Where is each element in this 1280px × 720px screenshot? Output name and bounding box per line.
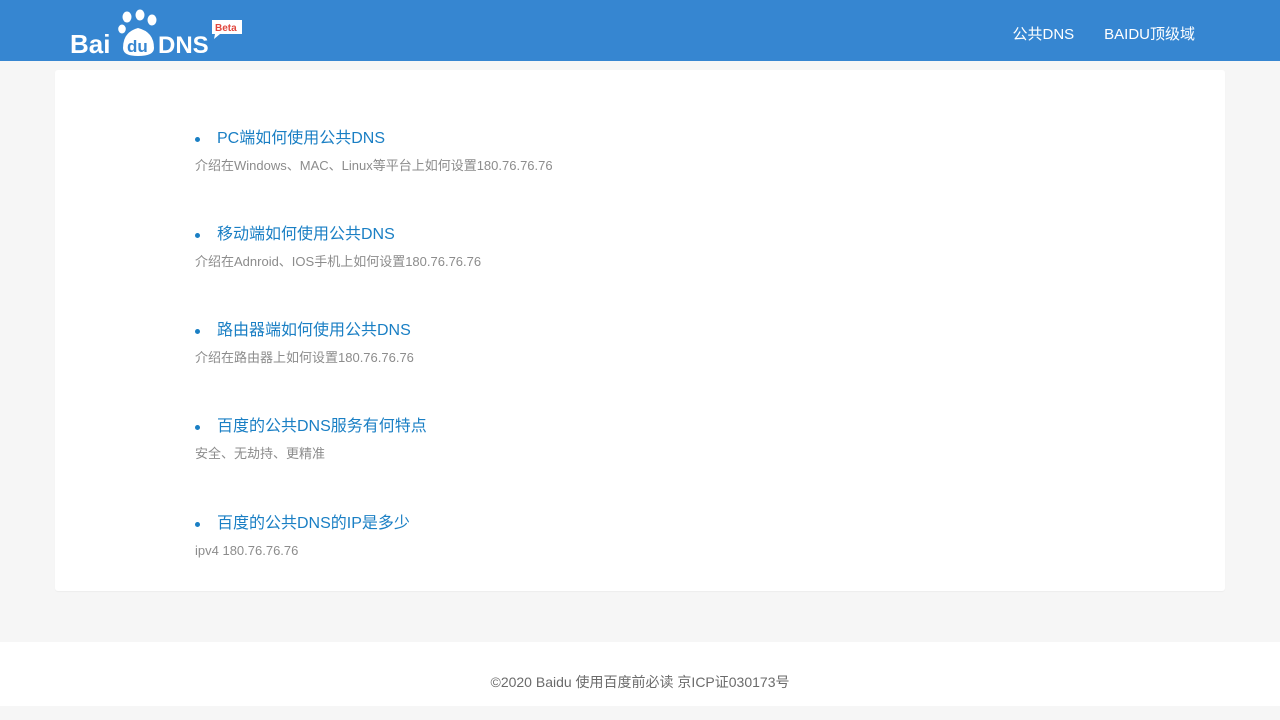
nav-baidu-tld[interactable]: BAIDU顶级域 bbox=[1104, 25, 1195, 45]
top-nav: 公共DNS BAIDU顶级域 bbox=[982, 0, 1195, 61]
bullet-icon bbox=[195, 425, 200, 430]
faq-item-router: 路由器端如何使用公共DNS 介绍在路由器上如何设置180.76.76.76 bbox=[195, 321, 1095, 366]
faq-desc: ipv4 180.76.76.76 bbox=[195, 543, 299, 558]
footer-copyright: ©2020 Baidu 使用百度前必读 京ICP证030173号 bbox=[490, 674, 790, 690]
faq-title: 移动端如何使用公共DNS bbox=[217, 226, 395, 243]
bullet-icon bbox=[195, 329, 200, 334]
faq-item-mobile: 移动端如何使用公共DNS 介绍在Adnroid、IOS手机上如何设置180.76… bbox=[195, 225, 1095, 270]
top-header: Bai du DNS Beta 公共DNS BAIDU顶级域 bbox=[0, 0, 1280, 61]
bullet-icon bbox=[195, 137, 200, 142]
faq-link-mobile[interactable]: 移动端如何使用公共DNS bbox=[195, 225, 395, 245]
faq-title: 路由器端如何使用公共DNS bbox=[217, 322, 411, 339]
faq-item-ip: 百度的公共DNS的IP是多少 ipv4 180.76.76.76 bbox=[195, 514, 1095, 559]
faq-desc: 介绍在Windows、MAC、Linux等平台上如何设置180.76.76.76 bbox=[195, 158, 553, 173]
faq-title: 百度的公共DNS的IP是多少 bbox=[217, 515, 410, 532]
faq-desc: 介绍在Adnroid、IOS手机上如何设置180.76.76.76 bbox=[195, 254, 482, 269]
faq-title: PC端如何使用公共DNS bbox=[217, 130, 386, 147]
faq-title: 百度的公共DNS服务有何特点 bbox=[217, 418, 427, 435]
bullet-icon bbox=[195, 233, 200, 238]
faq-desc: 介绍在路由器上如何设置180.76.76.76 bbox=[195, 350, 414, 365]
faq-link-ip[interactable]: 百度的公共DNS的IP是多少 bbox=[195, 514, 410, 534]
baidu-paw-logo-icon: Bai du DNS Beta bbox=[70, 9, 242, 58]
faq-item-features: 百度的公共DNS服务有何特点 安全、无劫持、更精准 bbox=[195, 417, 1095, 462]
svg-text:Bai: Bai bbox=[70, 29, 110, 58]
baidu-dns-logo[interactable]: Bai du DNS Beta bbox=[70, 8, 245, 58]
bullet-icon bbox=[195, 522, 200, 527]
svg-text:DNS: DNS bbox=[158, 32, 209, 58]
faq-item-pc: PC端如何使用公共DNS 介绍在Windows、MAC、Linux等平台上如何设… bbox=[195, 129, 1095, 174]
faq-link-features[interactable]: 百度的公共DNS服务有何特点 bbox=[195, 417, 427, 437]
nav-public-dns[interactable]: 公共DNS bbox=[1012, 25, 1074, 45]
faq-link-pc[interactable]: PC端如何使用公共DNS bbox=[195, 129, 385, 149]
page-footer: ©2020 Baidu 使用百度前必读 京ICP证030173号 bbox=[0, 642, 1280, 706]
faq-desc: 安全、无劫持、更精准 bbox=[195, 446, 326, 461]
svg-text:Beta: Beta bbox=[215, 23, 237, 34]
faq-card: PC端如何使用公共DNS 介绍在Windows、MAC、Linux等平台上如何设… bbox=[55, 70, 1225, 591]
faq-link-router[interactable]: 路由器端如何使用公共DNS bbox=[195, 321, 411, 341]
svg-text:du: du bbox=[127, 37, 148, 56]
